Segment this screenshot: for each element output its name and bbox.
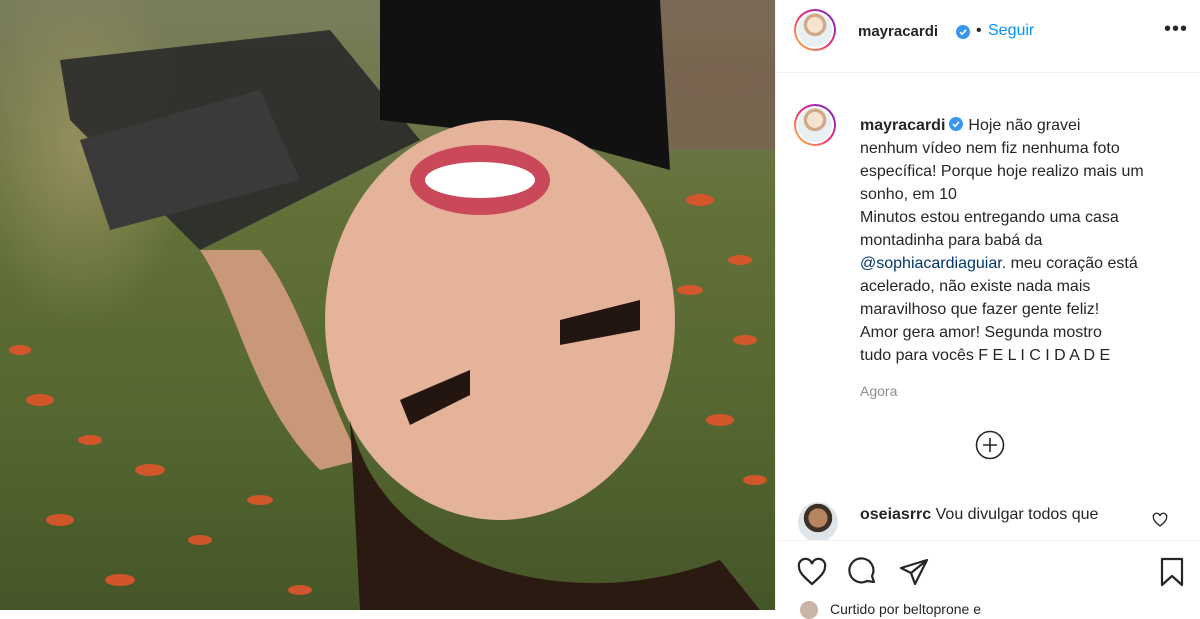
share-icon[interactable] (898, 556, 930, 588)
comment-text: Vou divulgar todos que (935, 506, 1099, 523)
commenter-avatar[interactable] (798, 502, 838, 542)
liked-by-summary[interactable]: Curtido por beltoprone e (800, 601, 981, 619)
post-actions-bar: Curtido por beltoprone e (776, 540, 1200, 619)
post-caption: mayracardi Hoje não gravei nenhum vídeo n… (860, 114, 1178, 367)
add-circle-icon[interactable] (975, 430, 1005, 460)
comment-icon[interactable] (847, 556, 879, 588)
caption-author-avatar[interactable] (794, 104, 836, 146)
liked-by-avatar (800, 601, 818, 619)
follow-separator: • (976, 22, 982, 39)
post-timestamp[interactable]: Agora (860, 383, 897, 399)
caption-mention-link[interactable]: @sophiacardiaguiar (860, 255, 1002, 272)
author-avatar[interactable] (794, 9, 836, 51)
post-photo-scene (0, 0, 775, 610)
comment-like-heart-icon[interactable] (1152, 512, 1168, 528)
follow-button[interactable]: Seguir (988, 22, 1034, 40)
liked-by-text: Curtido por beltoprone e (830, 601, 981, 617)
author-username[interactable]: mayracardi (858, 23, 938, 40)
verified-badge-icon (956, 25, 970, 39)
heart-icon[interactable] (796, 556, 828, 588)
caption-verified-badge-icon (949, 117, 964, 131)
more-options-icon[interactable]: ••• (1164, 19, 1188, 42)
caption-body-part1: Hoje não gravei nenhum vídeo nem fiz nen… (860, 117, 1144, 249)
post-photo[interactable] (0, 0, 775, 610)
caption-author-username[interactable]: mayracardi (860, 117, 945, 134)
commenter-username[interactable]: oseiasrrc (860, 506, 931, 523)
bookmark-icon[interactable] (1156, 556, 1188, 588)
post-sidebar: mayracardi • Seguir ••• mayracardi Hoje n… (775, 0, 1200, 619)
post-header: mayracardi • Seguir ••• (776, 0, 1200, 73)
comment-item: oseiasrrc Vou divulgar todos que (860, 506, 1098, 524)
